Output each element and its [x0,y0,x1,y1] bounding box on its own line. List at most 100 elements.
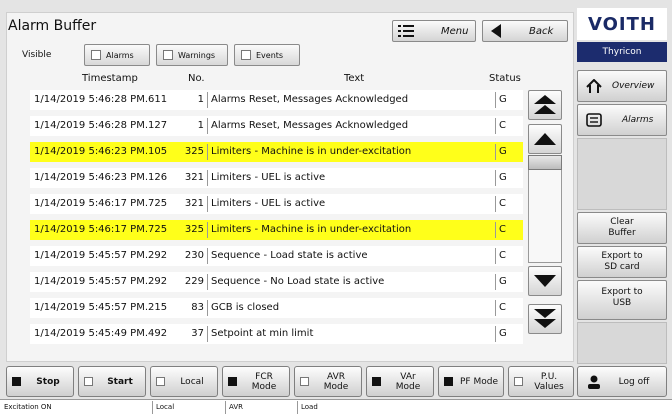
toolbar-button-label: Stop [36,376,60,387]
toolbar-button-label: FCR Mode [251,371,277,392]
table-row[interactable]: 1/14/2019 5:46:23 PM.105 325 Limiters - Ma… [30,142,523,162]
cell-text: Limiters - Machine is in under-excitatio… [211,146,412,157]
cell-text: Sequence - Load state is active [211,250,368,261]
double-down-arrow-icon [534,309,556,328]
table-row[interactable]: 1/14/2019 5:46:23 PM.126 321 Limiters - UE… [30,168,523,188]
cell-status: C [499,120,506,131]
checkbox-icon [91,50,101,60]
status-indicator-icon [228,377,237,386]
cell-number: 229 [184,276,204,287]
scrollbar-track[interactable] [528,155,562,263]
menu-button[interactable]: Menu [392,20,476,42]
status-indicator-icon [444,377,453,386]
scroll-top-button[interactable] [528,90,562,120]
cell-divider [207,118,208,134]
cell-number: 321 [184,198,204,209]
status-divider [297,401,298,414]
cell-divider [207,222,208,238]
cell-divider [207,326,208,342]
scrollbar-thumb[interactable] [528,155,562,170]
toolbar-button-label: VAr Mode [395,371,421,392]
export-sd-button[interactable]: Export to SD card [577,246,667,278]
back-arrow-icon [483,24,509,38]
table-row[interactable]: 1/14/2019 5:45:49 PM.492 37 Setpoint at mi… [30,324,523,344]
alarms-button[interactable]: Alarms [577,104,667,136]
cell-number: 325 [184,224,204,235]
table-row[interactable]: 1/14/2019 5:46:28 PM.127 1 Alarms Reset, M… [30,116,523,136]
toolbar-button-start[interactable]: Start [78,366,146,397]
cell-status: C [499,224,506,235]
cell-divider [207,144,208,160]
status-excitation: Excitation ON [4,403,52,411]
scroll-down-button[interactable] [528,266,562,296]
cell-divider [207,274,208,290]
filter-warnings[interactable]: Warnings [156,44,228,66]
cell-status: G [499,146,507,157]
up-arrow-icon [534,133,556,145]
toolbar-button-stop[interactable]: Stop [6,366,74,397]
status-indicator-icon [300,377,309,386]
cell-status: C [499,198,506,209]
menu-label: Menu [441,25,469,37]
cell-divider [207,300,208,316]
cell-text: Alarms Reset, Messages Acknowledged [211,94,409,105]
clear-buffer-button[interactable]: Clear Buffer [577,212,667,244]
filter-alarms[interactable]: Alarms [84,44,150,66]
back-button[interactable]: Back [482,20,568,42]
table-row[interactable]: 1/14/2019 5:45:57 PM.292 229 Sequence - No… [30,272,523,292]
cell-divider [207,248,208,264]
page-title: Alarm Buffer [8,18,97,34]
product-badge: Thyricon [577,42,667,62]
filter-events[interactable]: Events [234,44,300,66]
cell-status: C [499,250,506,261]
logoff-label: Log off [618,376,650,387]
export-sd-label: Export to SD card [601,251,643,272]
table-row[interactable]: 1/14/2019 5:45:57 PM.215 83 GCB is closed C [30,298,523,318]
column-header-no: No. [188,73,205,84]
column-header-timestamp: Timestamp [82,73,138,84]
table-row[interactable]: 1/14/2019 5:46:28 PM.611 1 Alarms Reset, M… [30,90,523,110]
cell-number: 325 [184,146,204,157]
cell-divider [495,196,496,212]
toolbar-button-var-mode[interactable]: VAr Mode [366,366,434,397]
cell-divider [495,326,496,342]
toolbar-button-p-u-values[interactable]: P.U. Values [508,366,574,397]
cell-divider [495,144,496,160]
clear-buffer-label: Clear Buffer [608,217,636,238]
cell-divider [207,196,208,212]
table-row[interactable]: 1/14/2019 5:46:17 PM.725 321 Limiters - UE… [30,194,523,214]
toolbar-button-label: Start [107,376,133,387]
toolbar-button-avr-mode[interactable]: AVR Mode [294,366,362,397]
status-control-location: Local [156,403,175,411]
cell-text: Setpoint at min limit [211,328,314,339]
visible-label: Visible [22,50,52,60]
filter-label: Alarms [106,50,134,60]
table-row[interactable]: 1/14/2019 5:45:57 PM.292 230 Sequence - Lo… [30,246,523,266]
status-regulator-mode: AVR [229,403,243,411]
cell-text: Alarms Reset, Messages Acknowledged [211,120,409,131]
column-header-status: Status [489,73,521,84]
toolbar-button-label: PF Mode [460,376,498,387]
export-usb-button[interactable]: Export to USB [577,280,667,320]
scroll-bottom-button[interactable] [528,304,562,334]
filter-label: Events [256,50,284,60]
cell-text: Limiters - Machine is in under-excitatio… [211,224,412,235]
toolbar-button-local[interactable]: Local [150,366,218,397]
status-indicator-icon [12,377,21,386]
logoff-button[interactable]: Log off [577,366,667,397]
status-indicator-icon [372,377,381,386]
toolbar-button-label: AVR Mode [323,371,349,392]
toolbar-button-fcr-mode[interactable]: FCR Mode [222,366,290,397]
status-divider [152,401,153,414]
cell-divider [495,92,496,108]
toolbar-button-pf-mode[interactable]: PF Mode [438,366,504,397]
filter-label: Warnings [178,50,216,60]
cell-text: Limiters - UEL is active [211,198,326,209]
table-row[interactable]: 1/14/2019 5:46:17 PM.725 325 Limiters - Ma… [30,220,523,240]
scroll-up-button[interactable] [528,124,562,154]
sidebar-spacer [577,322,667,364]
overview-button[interactable]: Overview [577,70,667,102]
cell-text: GCB is closed [211,302,280,313]
status-indicator-icon [514,377,523,386]
cell-status: G [499,328,507,339]
